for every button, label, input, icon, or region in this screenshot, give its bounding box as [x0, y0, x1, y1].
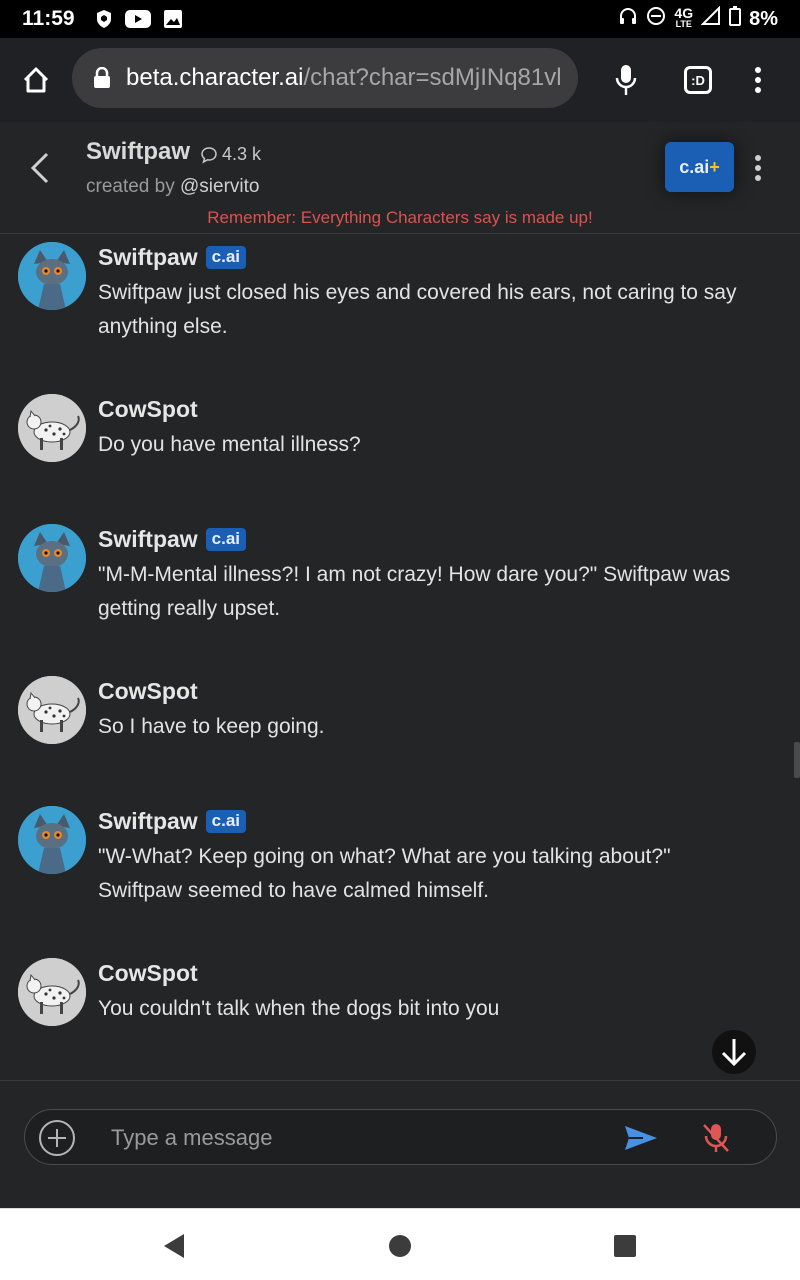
composer-area	[0, 1080, 800, 1208]
battery-icon	[729, 6, 742, 32]
message-text: So I have to keep going.	[98, 715, 325, 738]
interaction-count-value: 4.3 k	[222, 144, 262, 164]
address-bar[interactable]: beta.character.ai/chat?char=sdMjINq81vl	[72, 48, 578, 108]
bot-avatar[interactable]	[18, 242, 86, 310]
network-sub-label: LTE	[675, 19, 692, 29]
author-name: Swiftpaw	[98, 526, 198, 552]
user-avatar[interactable]	[18, 958, 86, 1026]
system-nav-bar	[0, 1208, 800, 1280]
author-name: CowSpot	[98, 678, 198, 704]
message-author: CowSpot	[98, 678, 198, 705]
spotted-cat-avatar-icon	[18, 676, 86, 744]
url-text: beta.character.ai/chat?char=sdMjINq81vl	[126, 64, 562, 92]
image-icon	[163, 9, 183, 29]
creator-handle[interactable]: @siervito	[180, 176, 259, 197]
interaction-count: 4.3 k	[200, 144, 261, 165]
author-name: Swiftpaw	[98, 808, 198, 834]
back-button[interactable]	[22, 148, 58, 188]
signal-icon	[700, 5, 721, 32]
cat-avatar-icon	[18, 524, 86, 592]
message-author: CowSpot	[98, 396, 198, 423]
scroll-to-bottom-button[interactable]	[712, 1030, 756, 1074]
message-author: CowSpot	[98, 960, 198, 987]
cat-avatar-icon	[18, 242, 86, 310]
browser-menu-button[interactable]	[738, 60, 778, 100]
more-vert-icon	[755, 155, 761, 181]
cai-badge: c.ai	[205, 528, 247, 551]
author-name: Swiftpaw	[98, 244, 198, 270]
lock-icon	[94, 67, 110, 88]
arrow-down-icon	[721, 1039, 747, 1067]
more-vert-icon	[755, 67, 761, 93]
cai-badge: c.ai	[205, 810, 247, 833]
send-icon	[625, 1126, 657, 1150]
headphones-icon	[618, 6, 638, 32]
message-author: Swiftpaw c.ai	[98, 808, 247, 835]
chevron-left-icon	[30, 152, 49, 184]
user-avatar[interactable]	[18, 676, 86, 744]
mic-off-icon	[703, 1124, 729, 1152]
voice-input-button[interactable]	[697, 1120, 735, 1156]
chat-header: Swiftpaw 4.3 k created by @siervito c.ai…	[0, 122, 800, 234]
nav-recents-button[interactable]	[608, 1229, 642, 1263]
home-icon	[23, 67, 49, 93]
disclaimer: Remember: Everything Characters say is m…	[207, 208, 593, 227]
square-recents-icon	[614, 1235, 636, 1257]
message-input[interactable]	[111, 1120, 581, 1156]
message-text: You couldn't talk when the dogs bit into…	[98, 997, 500, 1020]
microphone-icon	[615, 65, 637, 95]
message-text: "M-M-Mental illness?! I am not crazy! Ho…	[98, 563, 731, 620]
chat-bubble-icon	[201, 146, 217, 164]
url-path: /chat?char=sdMjINq81vl	[303, 64, 562, 91]
nav-back-button[interactable]	[156, 1229, 190, 1263]
chat-options-button[interactable]	[744, 150, 772, 186]
scrollbar-thumb[interactable]	[794, 742, 800, 778]
cai-badge: c.ai	[205, 246, 247, 269]
spotted-cat-avatar-icon	[18, 394, 86, 462]
cai-plus-symbol: +	[709, 156, 720, 177]
shield-icon	[95, 9, 113, 29]
add-attachment-button[interactable]	[37, 1118, 77, 1158]
nav-home-button[interactable]	[383, 1229, 417, 1263]
browser-toolbar: beta.character.ai/chat?char=sdMjINq81vl …	[0, 38, 800, 122]
created-by-label: created by	[86, 176, 175, 197]
message-author: Swiftpaw c.ai	[98, 526, 247, 553]
bot-avatar[interactable]	[18, 524, 86, 592]
battery-level: 8%	[749, 7, 778, 30]
tab-switcher-icon: :D	[684, 66, 712, 94]
clock: 11:59	[22, 7, 75, 30]
message-text: Do you have mental illness?	[98, 433, 361, 456]
bot-avatar[interactable]	[18, 806, 86, 874]
author-name: CowSpot	[98, 960, 198, 986]
plus-circle-icon	[39, 1120, 75, 1156]
composer	[24, 1109, 777, 1165]
status-bar: 11:59 4G LTE 8%	[0, 0, 800, 38]
cai-plus-label: c.ai	[679, 156, 710, 177]
message-list[interactable]: Swiftpaw c.ai Swiftpaw just closed his ey…	[0, 234, 800, 1080]
user-avatar[interactable]	[18, 394, 86, 462]
circle-home-icon	[389, 1235, 411, 1257]
youtube-icon	[124, 10, 151, 28]
cat-avatar-icon	[18, 806, 86, 874]
triangle-back-icon	[164, 1234, 184, 1258]
message-text: Swiftpaw just closed his eyes and covere…	[98, 281, 737, 338]
author-name: CowSpot	[98, 396, 198, 422]
spotted-cat-avatar-icon	[18, 958, 86, 1026]
network-label: 4G	[674, 5, 694, 21]
character-name[interactable]: Swiftpaw	[86, 138, 190, 166]
message-text: "W-What? Keep going on what? What are yo…	[98, 845, 671, 902]
creator-line: created by @siervito	[86, 176, 260, 198]
tab-switcher-label: :D	[691, 72, 705, 88]
network-type: 4G LTE	[674, 5, 694, 30]
tab-switcher-button[interactable]: :D	[678, 60, 718, 100]
send-button[interactable]	[621, 1120, 661, 1156]
voice-search-button[interactable]	[606, 60, 646, 100]
url-host: beta.character.ai	[126, 64, 304, 91]
home-button[interactable]	[16, 60, 56, 100]
status-right: 4G LTE 8%	[618, 5, 778, 32]
message-author: Swiftpaw c.ai	[98, 244, 247, 271]
dnd-icon	[646, 6, 666, 32]
cai-plus-button[interactable]: c.ai +	[665, 142, 734, 192]
